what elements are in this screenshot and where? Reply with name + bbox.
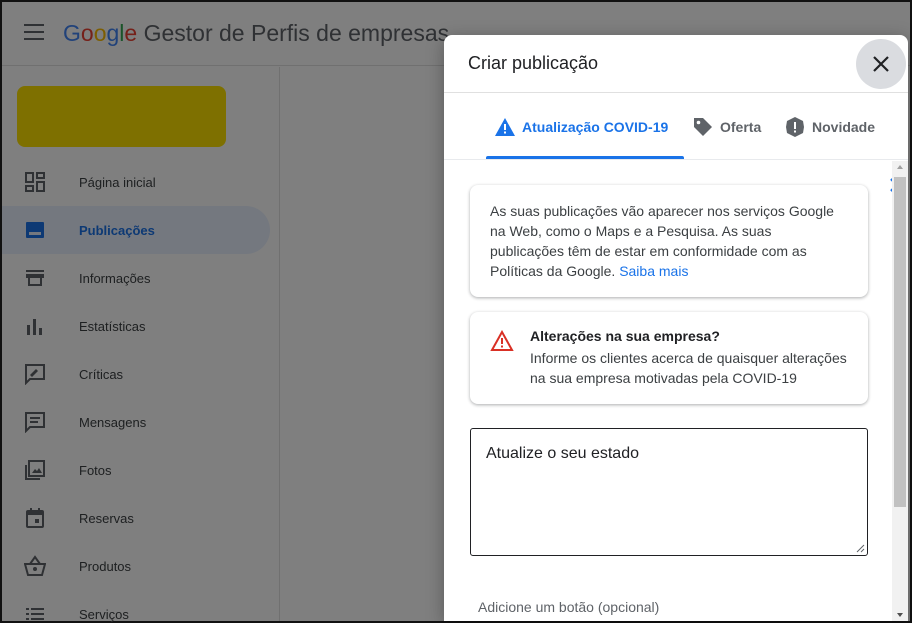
resize-handle-icon[interactable] [855, 543, 865, 553]
warning-icon [495, 118, 515, 136]
tab-label: Atualização COVID-19 [522, 119, 669, 135]
alert-badge-icon [786, 117, 804, 137]
tab-news[interactable]: Novidade [784, 94, 875, 160]
alert-card: Alterações na sua empresa? Informe os cl… [470, 312, 868, 404]
dialog-scrollbar[interactable] [892, 161, 908, 621]
alert-card-title: Alterações na sua empresa? [530, 328, 720, 344]
status-placeholder: Atualize o seu estado [486, 445, 639, 462]
dialog-header: Criar publicação [444, 35, 908, 93]
scroll-down-arrow-icon[interactable] [897, 613, 903, 617]
tab-covid-update[interactable]: Atualização COVID-19 [494, 94, 668, 160]
tag-icon [694, 118, 712, 136]
alert-card-description: Informe os clientes acerca de quaisquer … [530, 350, 847, 386]
tab-label: Oferta [720, 119, 762, 135]
active-tab-indicator [486, 156, 684, 159]
close-button[interactable] [856, 39, 906, 89]
tab-offer[interactable]: Oferta [692, 94, 761, 160]
post-type-tabs: Atualização COVID-19 Oferta Novidade [444, 94, 908, 192]
close-icon [873, 56, 889, 72]
info-card: As suas publicações vão aparecer nos ser… [470, 185, 868, 297]
dialog-content: As suas publicações vão aparecer nos ser… [444, 161, 891, 621]
scroll-thumb[interactable] [894, 177, 906, 507]
scroll-up-arrow-icon[interactable] [897, 165, 903, 169]
status-textarea[interactable]: Atualize o seu estado [470, 428, 868, 556]
add-button-label[interactable]: Adicione um botão (opcional) [478, 599, 659, 615]
create-post-dialog: Criar publicação Atualização COVID-19 Of… [444, 35, 908, 621]
dialog-title: Criar publicação [468, 53, 599, 73]
warning-triangle-icon [490, 330, 514, 351]
learn-more-link[interactable]: Saiba mais [619, 263, 688, 279]
tab-label: Novidade [812, 119, 876, 135]
